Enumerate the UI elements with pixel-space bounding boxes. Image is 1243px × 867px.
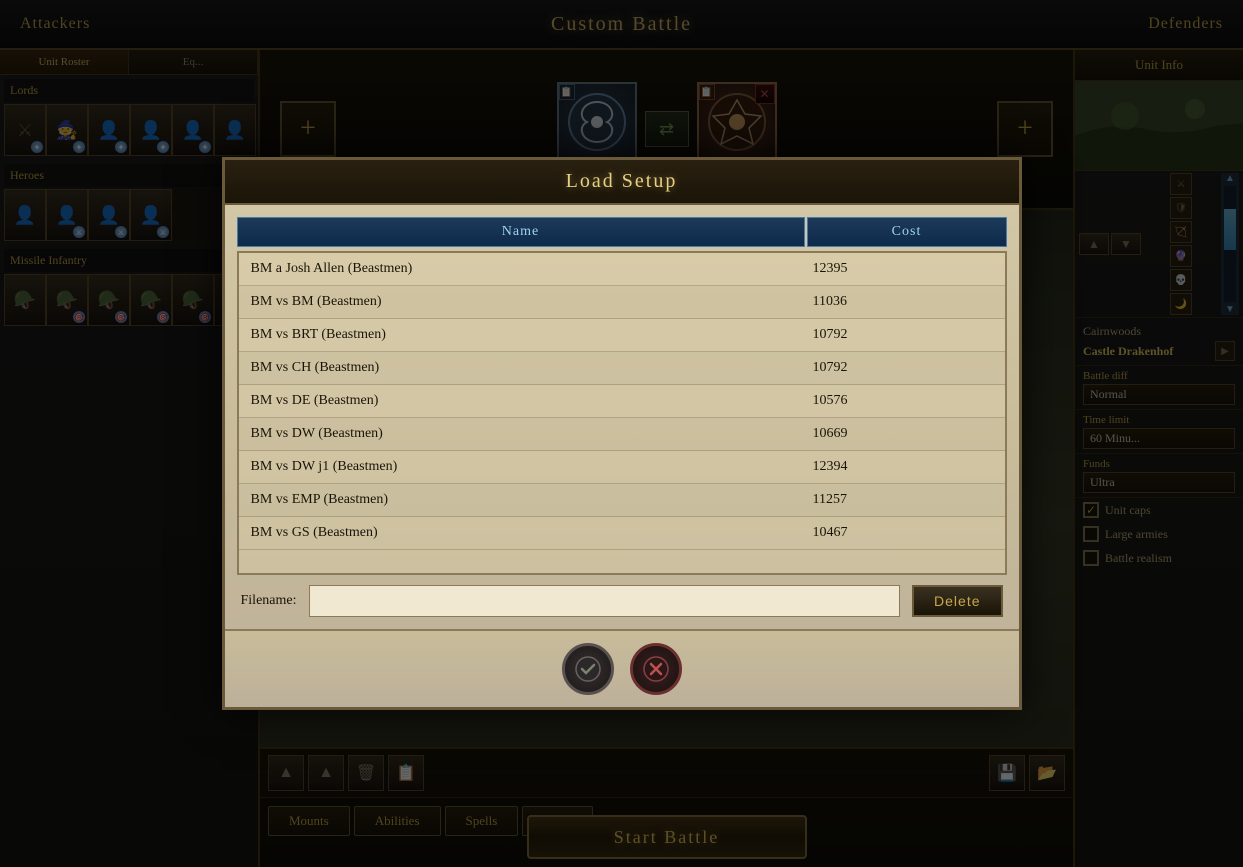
modal-cancel-button[interactable] [630, 643, 682, 695]
modal-title-bar: Load Setup [225, 160, 1019, 205]
load-setup-modal: Load Setup Name Cost BM a Josh Allen (Be… [222, 157, 1022, 710]
filename-input[interactable] [309, 585, 901, 617]
table-row[interactable]: BM vs DW j1 (Beastmen)12394 [239, 451, 1005, 484]
modal-footer [225, 629, 1019, 707]
table-row[interactable]: BM vs BRT (Beastmen)10792 [239, 319, 1005, 352]
modal-overlay: Load Setup Name Cost BM a Josh Allen (Be… [0, 0, 1243, 867]
table-container: BM a Josh Allen (Beastmen)12395BM vs BM … [237, 251, 1007, 575]
table-row[interactable]: BM vs EMP (Beastmen)11257 [239, 484, 1005, 517]
table-header: Name Cost [237, 217, 1007, 247]
table-scroll[interactable]: BM a Josh Allen (Beastmen)12395BM vs BM … [239, 253, 1005, 573]
table-row[interactable]: BM a Josh Allen (Beastmen)12395 [239, 253, 1005, 286]
table-row[interactable]: BM vs DE (Beastmen)10576 [239, 385, 1005, 418]
col-header-name: Name [237, 217, 805, 247]
col-header-cost: Cost [807, 217, 1007, 247]
table-row[interactable]: BM vs CH (Beastmen)10792 [239, 352, 1005, 385]
modal-ok-button[interactable] [562, 643, 614, 695]
filename-row: Filename: Delete [237, 585, 1007, 617]
modal-title: Load Setup [566, 170, 678, 193]
filename-label: Filename: [241, 593, 297, 609]
table-row[interactable]: BM vs DW (Beastmen)10669 [239, 418, 1005, 451]
table-row[interactable]: BM vs BM (Beastmen)11036 [239, 286, 1005, 319]
table-row[interactable]: BM vs GS (Beastmen)10467 [239, 517, 1005, 550]
delete-button[interactable]: Delete [912, 585, 1002, 617]
modal-body: Name Cost BM a Josh Allen (Beastmen)1239… [225, 205, 1019, 629]
